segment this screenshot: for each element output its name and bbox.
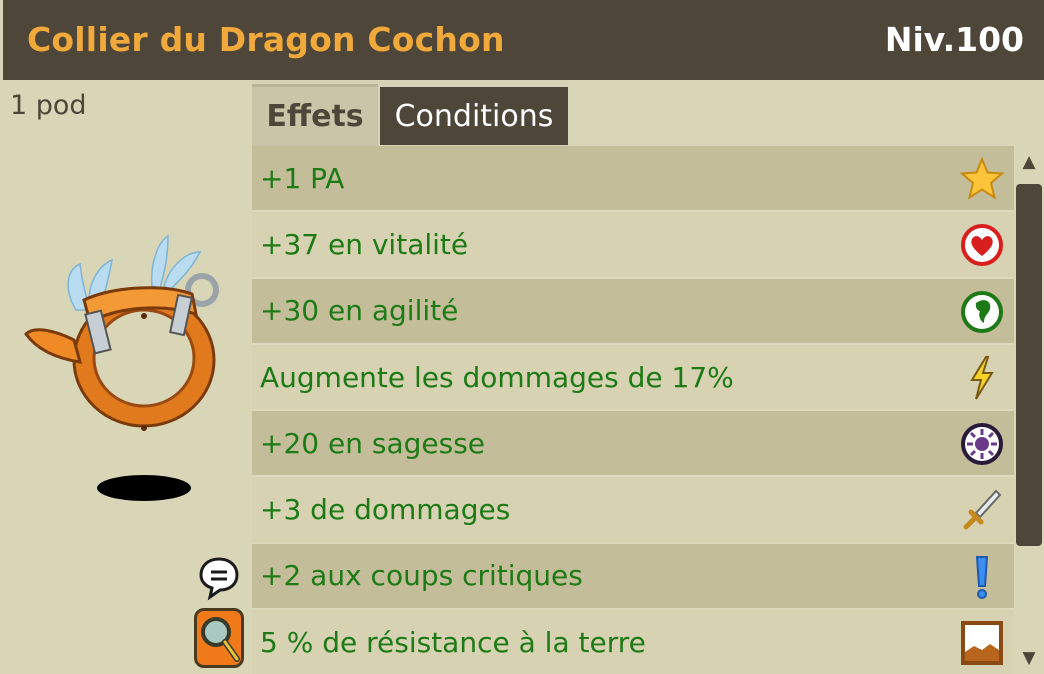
- chat-bubble-icon[interactable]: [198, 555, 240, 601]
- magnifier-icon: [201, 617, 240, 662]
- heart-icon: [961, 224, 1003, 267]
- lightning-icon: [970, 355, 994, 400]
- effect-row: +37 en vitalité: [252, 212, 1014, 279]
- exclamation-icon: [975, 555, 989, 599]
- tab-effets[interactable]: Effets: [252, 84, 378, 146]
- inspect-button[interactable]: [194, 608, 244, 668]
- tab-conditions[interactable]: Conditions: [380, 87, 568, 145]
- effect-text: 5 % de résistance à la terre: [260, 625, 646, 659]
- item-weight: 1 pod: [10, 90, 87, 121]
- effect-row: +30 en agilité: [252, 278, 1014, 345]
- item-preview-panel: 1 pod: [0, 80, 252, 674]
- collar-item-image: [24, 234, 219, 501]
- effect-text: +30 en agilité: [260, 294, 459, 328]
- effect-row: Augmente les dommages de 17%: [252, 344, 1014, 412]
- agility-icon: [961, 290, 1003, 333]
- effect-text: +3 de dommages: [260, 493, 511, 527]
- earth-icon: [961, 621, 1003, 666]
- scroll-thumb[interactable]: [1016, 184, 1042, 546]
- effect-text: +1 PA: [260, 161, 345, 195]
- star-icon: [960, 156, 1004, 200]
- scroll-down-arrow-icon[interactable]: ▼: [1014, 646, 1044, 670]
- effect-row: +20 en sagesse: [252, 411, 1014, 478]
- sword-icon: [963, 490, 1002, 530]
- effect-text: Augmente les dommages de 17%: [260, 360, 734, 394]
- tab-strip-background: [568, 80, 1044, 146]
- wisdom-icon: [961, 423, 1003, 466]
- effects-scrollbar[interactable]: ▲ ▼: [1014, 146, 1044, 674]
- item-level: Niv.100: [884, 20, 1024, 59]
- effect-row: +2 aux coups critiques: [252, 543, 1014, 611]
- effect-text: +2 aux coups critiques: [260, 559, 583, 593]
- effects-list: +1 PA +37 en vitalité +30 en agilité Aug…: [252, 146, 1014, 674]
- effect-text: +37 en vitalité: [260, 227, 469, 261]
- scroll-up-arrow-icon[interactable]: ▲: [1014, 150, 1044, 174]
- item-name: Collier du Dragon Cochon: [27, 20, 505, 59]
- effect-row: +1 PA: [252, 146, 1014, 213]
- effect-text: +20 en sagesse: [260, 426, 486, 460]
- effect-row: 5 % de résistance à la terre: [252, 610, 1014, 674]
- item-title-bar: Collier du Dragon Cochon Niv.100: [3, 0, 1044, 80]
- effect-row: +3 de dommages: [252, 477, 1014, 544]
